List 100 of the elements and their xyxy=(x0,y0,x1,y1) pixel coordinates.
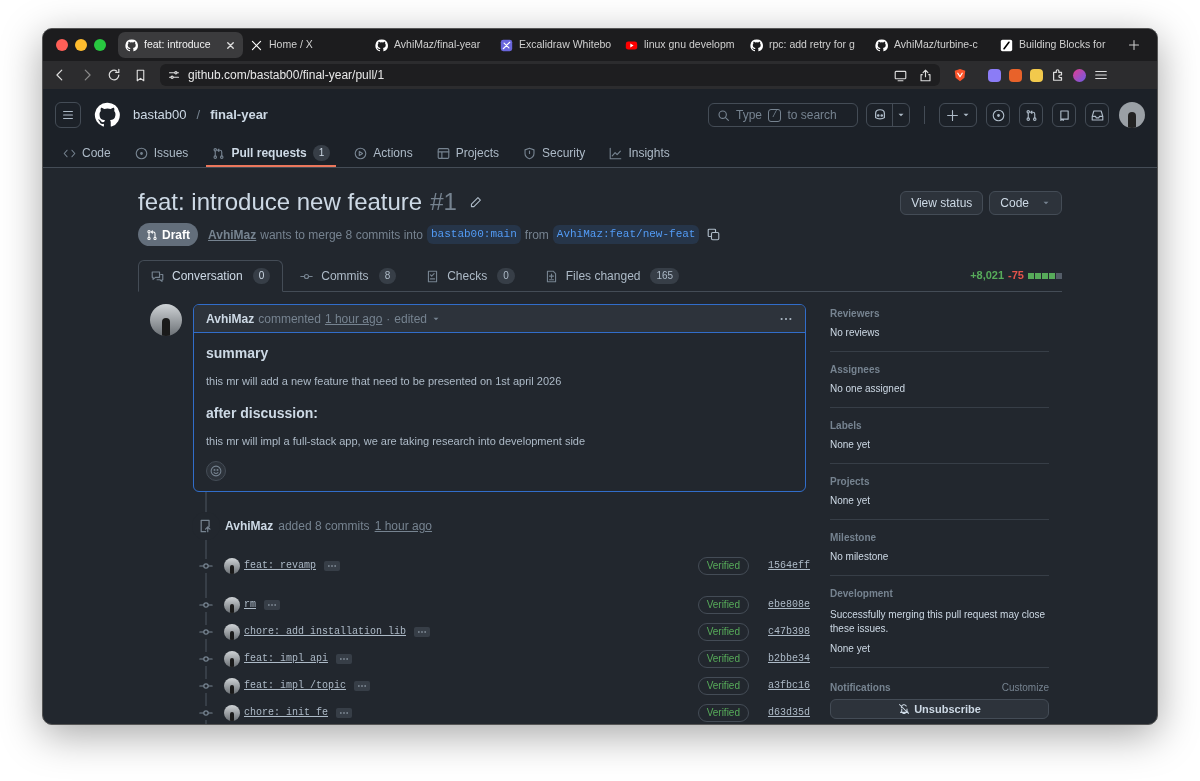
user-avatar[interactable] xyxy=(224,650,240,667)
cast-icon[interactable] xyxy=(894,68,907,82)
user-avatar[interactable] xyxy=(224,596,240,613)
bookmark-icon[interactable] xyxy=(134,68,147,82)
user-avatar[interactable] xyxy=(224,557,240,574)
branch-link[interactable]: bastab00:main xyxy=(427,225,521,244)
browser-tab[interactable]: rpc: add retry for g xyxy=(743,32,868,58)
commit-message-link[interactable]: chore: add installation lib xyxy=(244,624,407,639)
new-tab-icon[interactable] xyxy=(1128,39,1140,51)
comment-heading: after discussion: xyxy=(206,404,320,423)
table-icon xyxy=(436,146,450,160)
repo-nav-tab[interactable]: Code xyxy=(57,141,117,167)
github-logo-icon[interactable] xyxy=(94,102,120,128)
commit-message-link[interactable]: feat: impl /topic xyxy=(244,678,347,693)
expand-button[interactable] xyxy=(354,680,371,691)
user-avatar[interactable] xyxy=(224,677,240,694)
menu-button[interactable] xyxy=(55,102,81,128)
repo-nav-tab[interactable]: Actions xyxy=(348,141,419,167)
repo-nav-tab[interactable]: Projects xyxy=(430,141,505,167)
sidebar-heading: Assignees xyxy=(830,364,882,376)
add-reaction-button[interactable] xyxy=(206,461,226,481)
count-badge: 0 xyxy=(252,268,271,284)
comment-text: this mr will impl a full-stack app, we are taking research into development side xyxy=(206,434,587,449)
close-window-button[interactable] xyxy=(56,39,68,51)
edit-icon[interactable] xyxy=(468,195,482,209)
sidebar-value: No reviews xyxy=(830,327,881,339)
pull-requests-button[interactable] xyxy=(1019,103,1043,127)
github-logo-icon xyxy=(375,38,388,52)
close-icon[interactable] xyxy=(225,39,236,51)
extension-icon[interactable] xyxy=(1009,68,1022,82)
pr-tab[interactable]: Commits 8 xyxy=(287,260,410,292)
branch-link[interactable]: AvhiMaz:feat/new-feat xyxy=(552,225,700,244)
pr-number: #1 xyxy=(430,187,457,217)
inbox-button[interactable] xyxy=(1085,103,1109,127)
extension-icon[interactable] xyxy=(1030,68,1043,82)
issues-button[interactable] xyxy=(986,103,1010,127)
browser-tab[interactable]: Home / X xyxy=(243,32,368,58)
user-avatar[interactable] xyxy=(150,304,182,336)
extensions-icon[interactable] xyxy=(1051,68,1065,82)
author-link[interactable]: AvhiMaz xyxy=(206,309,255,328)
search-hint: to search xyxy=(787,107,837,124)
count-badge: 0 xyxy=(497,268,515,284)
sidebar-heading: Projects xyxy=(830,476,871,488)
repo-nav-tab[interactable]: Insights xyxy=(603,141,676,167)
browser-tab[interactable]: Excalidraw Whitebo xyxy=(493,32,618,58)
browser-tab[interactable]: feat: introduce xyxy=(118,32,243,58)
timestamp-link[interactable]: 1 hour ago xyxy=(374,517,432,535)
user-avatar[interactable] xyxy=(224,704,240,721)
commit-message-link[interactable]: chore: init fe xyxy=(244,705,328,720)
browser-tab[interactable]: Building Blocks for xyxy=(993,32,1118,58)
owner-link[interactable]: bastab00 xyxy=(133,105,187,125)
search-hint: Type xyxy=(736,107,762,124)
menu-icon[interactable] xyxy=(1094,68,1108,82)
expand-button[interactable] xyxy=(414,626,431,637)
reload-icon[interactable] xyxy=(107,68,121,82)
expand-button[interactable] xyxy=(324,560,340,571)
pr-title: feat: introduce new feature xyxy=(138,187,423,217)
pr-tab[interactable]: Checks 0 xyxy=(413,260,528,292)
robot-icon xyxy=(872,108,887,122)
expand-button[interactable] xyxy=(336,653,352,664)
zoom-window-button[interactable] xyxy=(94,39,106,51)
pr-tab[interactable]: Conversation 0 xyxy=(138,260,284,292)
browser-tab[interactable]: linux gnu developm xyxy=(618,32,743,58)
github-logo-icon xyxy=(750,38,763,52)
expand-button[interactable] xyxy=(264,599,280,610)
unsubscribe-button[interactable]: Unsubscribe xyxy=(830,699,1049,719)
profile-icon[interactable] xyxy=(1073,68,1086,82)
count-badge: 1 xyxy=(312,145,331,161)
code-button[interactable]: Code xyxy=(989,191,1062,215)
repo-nav-tab[interactable]: Security xyxy=(517,141,592,167)
search-field[interactable]: Type / to search xyxy=(708,103,858,127)
extension-icon[interactable] xyxy=(988,68,1001,82)
browser-tab[interactable]: AvhiMaz/final-year xyxy=(368,32,493,58)
address-field[interactable]: github.com/bastab00/final-year/pull/1 xyxy=(160,64,940,86)
repositories-button[interactable] xyxy=(1052,103,1076,127)
repo-link[interactable]: final-year xyxy=(210,105,268,125)
share-icon[interactable] xyxy=(919,68,932,82)
author-link[interactable]: AvhiMaz xyxy=(225,517,274,535)
commit-message-link[interactable]: feat: impl api xyxy=(244,651,328,666)
commit-message-link[interactable]: rm xyxy=(244,597,256,612)
video-play-icon xyxy=(625,38,638,52)
user-avatar[interactable] xyxy=(224,623,240,640)
expand-button[interactable] xyxy=(336,707,352,718)
repo-nav-tab[interactable]: Issues xyxy=(128,141,195,167)
path-separator: / xyxy=(195,106,202,125)
minimize-window-button[interactable] xyxy=(75,39,87,51)
create-new-button[interactable] xyxy=(939,103,977,127)
shield-icon[interactable] xyxy=(953,68,967,82)
author-link[interactable]: AvhiMaz xyxy=(208,225,257,244)
copy-icon[interactable] xyxy=(707,228,721,241)
sidebar-note: Successfully merging this pull request may close these issues. xyxy=(830,608,1047,636)
site-settings-icon[interactable] xyxy=(168,69,180,81)
repo-nav-tab[interactable]: Pull requests 1 xyxy=(206,141,337,167)
view-status-button[interactable]: View status xyxy=(900,191,984,215)
browser-tab[interactable]: AvhiMaz/turbine-c xyxy=(868,32,993,58)
draft-icon xyxy=(146,228,158,241)
customize-link[interactable]: Customize xyxy=(1001,680,1049,695)
commit-message-link[interactable]: feat: revamp xyxy=(244,558,316,573)
pr-tab[interactable]: Files changed 165 xyxy=(531,260,693,292)
user-avatar[interactable] xyxy=(1119,102,1145,128)
